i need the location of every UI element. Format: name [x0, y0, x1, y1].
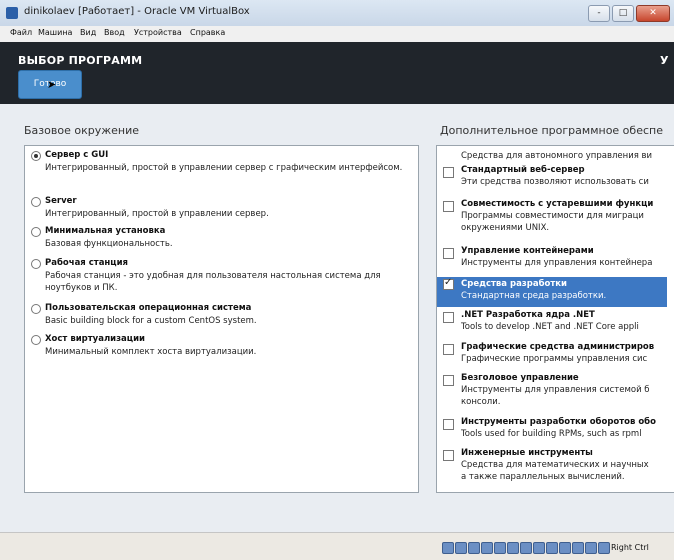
window-titlebar: dinikolaev [Работает] - Oracle VM Virtua… — [0, 0, 674, 27]
addon-desc: Инструменты для управления системой б — [461, 385, 650, 395]
addon-item-dotnet[interactable]: .NET Разработка ядра .NET Tools to devel… — [437, 310, 667, 340]
env-title: Рабочая станция — [45, 258, 129, 268]
env-desc: Basic building block for a custom CentOS… — [45, 316, 257, 326]
checkbox-icon[interactable] — [443, 201, 454, 212]
checkbox-icon[interactable] — [443, 450, 454, 461]
shared-folders-icon[interactable] — [507, 542, 519, 554]
menu-machine[interactable]: Машина — [38, 28, 72, 37]
addon-desc: Средства для математических и научных — [461, 460, 649, 470]
addon-title: .NET Разработка ядра .NET — [461, 310, 595, 320]
addon-item-engineering[interactable]: Инженерные инструменты Средства для мате… — [437, 448, 667, 490]
radio-icon — [31, 227, 41, 237]
addon-desc: Tools used for building RPMs, such as rp… — [461, 429, 642, 439]
checkbox-icon[interactable] — [443, 167, 454, 178]
usb-icon[interactable] — [494, 542, 506, 554]
addon-desc: Tools to develop .NET and .NET Core appl… — [461, 322, 639, 332]
addon-desc-2: окружениями UNIX. — [461, 223, 550, 233]
radio-icon — [31, 151, 41, 161]
harddisk-icon[interactable] — [442, 542, 454, 554]
optical-drive-icon[interactable] — [455, 542, 467, 554]
menu-help[interactable]: Справка — [190, 28, 225, 37]
download-icon[interactable] — [585, 542, 597, 554]
env-title: Server — [45, 196, 77, 206]
addon-item-rpm-tools[interactable]: Инструменты разработки оборотов обо Tool… — [437, 417, 667, 447]
recording-icon[interactable] — [533, 542, 545, 554]
addons-label: Дополнительное программное обеспе — [440, 124, 663, 137]
addon-partial-desc: Средства для автономного управления ви — [461, 151, 653, 161]
env-desc: Интегрированный, простой в управлении се… — [45, 209, 269, 219]
menu-file[interactable]: Файл — [10, 28, 32, 37]
network-icon[interactable] — [481, 542, 493, 554]
mouse-integration-icon[interactable] — [559, 542, 571, 554]
radio-icon — [31, 335, 41, 345]
addon-title: Графические средства администриров — [461, 342, 655, 352]
addon-item-headless[interactable]: Безголовое управление Инструменты для уп… — [437, 373, 667, 415]
page-title: ВЫБОР ПРОГРАММ — [18, 54, 143, 67]
addon-desc: Программы совместимости для миграци — [461, 211, 644, 221]
radio-icon — [31, 259, 41, 269]
checkbox-icon[interactable] — [443, 344, 454, 355]
menu-devices[interactable]: Устройства — [134, 28, 182, 37]
keyboard-icon[interactable] — [572, 542, 584, 554]
env-desc: Интегрированный, простой в управлении се… — [45, 163, 403, 173]
close-button[interactable]: ✕ — [636, 5, 670, 22]
addon-title: Средства разработки — [461, 279, 567, 289]
header-right-fragment: У — [660, 54, 669, 67]
env-desc: Базовая функциональность. — [45, 239, 173, 249]
env-title: Хост виртуализации — [45, 334, 146, 344]
vm-statusbar: Right Ctrl — [0, 532, 674, 560]
addon-desc: Графические программы управления сис — [461, 354, 648, 364]
mouse-cursor-icon: ➤ — [47, 78, 57, 91]
env-title: Сервер с GUI — [45, 150, 109, 160]
env-title: Пользовательская операционная система — [45, 303, 252, 313]
cpu-icon[interactable] — [546, 542, 558, 554]
addon-title: Инструменты разработки оборотов обо — [461, 417, 656, 427]
checkbox-icon[interactable] — [443, 375, 454, 386]
env-desc: Минимальный комплект хоста виртуализации… — [45, 347, 257, 357]
menubar: Файл Машина Вид Ввод Устройства Справка — [0, 26, 674, 43]
display-icon[interactable] — [520, 542, 532, 554]
main-content: Базовое окружение Дополнительное програм… — [0, 104, 674, 532]
addon-title: Совместимость с устаревшими функци — [461, 199, 654, 209]
menu-input[interactable]: Ввод — [104, 28, 125, 37]
base-environment-list: Сервер с GUI Интегрированный, простой в … — [24, 145, 419, 493]
menu-view[interactable]: Вид — [80, 28, 96, 37]
addon-item-web-server[interactable]: Стандартный веб-сервер Эти средства позв… — [437, 165, 667, 195]
window-title: dinikolaev [Работает] - Oracle VM Virtua… — [24, 6, 250, 17]
addon-title: Безголовое управление — [461, 373, 579, 383]
base-environment-label: Базовое окружение — [24, 124, 139, 137]
checkbox-icon[interactable] — [443, 277, 454, 290]
addon-title: Стандартный веб-сервер — [461, 165, 585, 175]
minimize-button[interactable]: - — [588, 5, 610, 22]
addon-desc: Стандартная среда разработки. — [461, 291, 607, 301]
addons-list: Средства для автономного управления ви С… — [436, 145, 674, 493]
env-title: Минимальная установка — [45, 226, 166, 236]
addon-desc-2: консоли. — [461, 397, 501, 407]
arrow-icon[interactable] — [598, 542, 610, 554]
checkbox-icon[interactable] — [443, 248, 454, 259]
audio-icon[interactable] — [468, 542, 480, 554]
addon-title: Инженерные инструменты — [461, 448, 593, 458]
virtualbox-icon — [6, 7, 18, 19]
env-desc: Рабочая станция - это удобная для пользо… — [45, 271, 381, 293]
radio-icon — [31, 304, 41, 314]
addon-item-graphical-admin[interactable]: Графические средства администриров Графи… — [437, 342, 667, 372]
maximize-button[interactable]: □ — [612, 5, 634, 22]
addon-item-legacy-compat[interactable]: Совместимость с устаревшими функци Прогр… — [437, 199, 667, 241]
host-key-label: Right Ctrl — [611, 543, 649, 552]
addon-item-containers[interactable]: Управление контейнерами Инструменты для … — [437, 246, 667, 276]
addon-desc: Эти средства позволяют использовать си — [461, 177, 649, 187]
addon-item-dev-tools[interactable]: Средства разработки Стандартная среда ра… — [437, 277, 667, 307]
checkbox-icon[interactable] — [443, 312, 454, 323]
addon-desc: Инструменты для управления контейнера — [461, 258, 653, 268]
addon-desc-2: а также параллельных вычислений. — [461, 472, 625, 482]
checkbox-icon[interactable] — [443, 419, 454, 430]
addon-title: Управление контейнерами — [461, 246, 594, 256]
header-banner: ВЫБОР ПРОГРАММ Готово ➤ У — [0, 42, 674, 104]
radio-icon — [31, 197, 41, 207]
